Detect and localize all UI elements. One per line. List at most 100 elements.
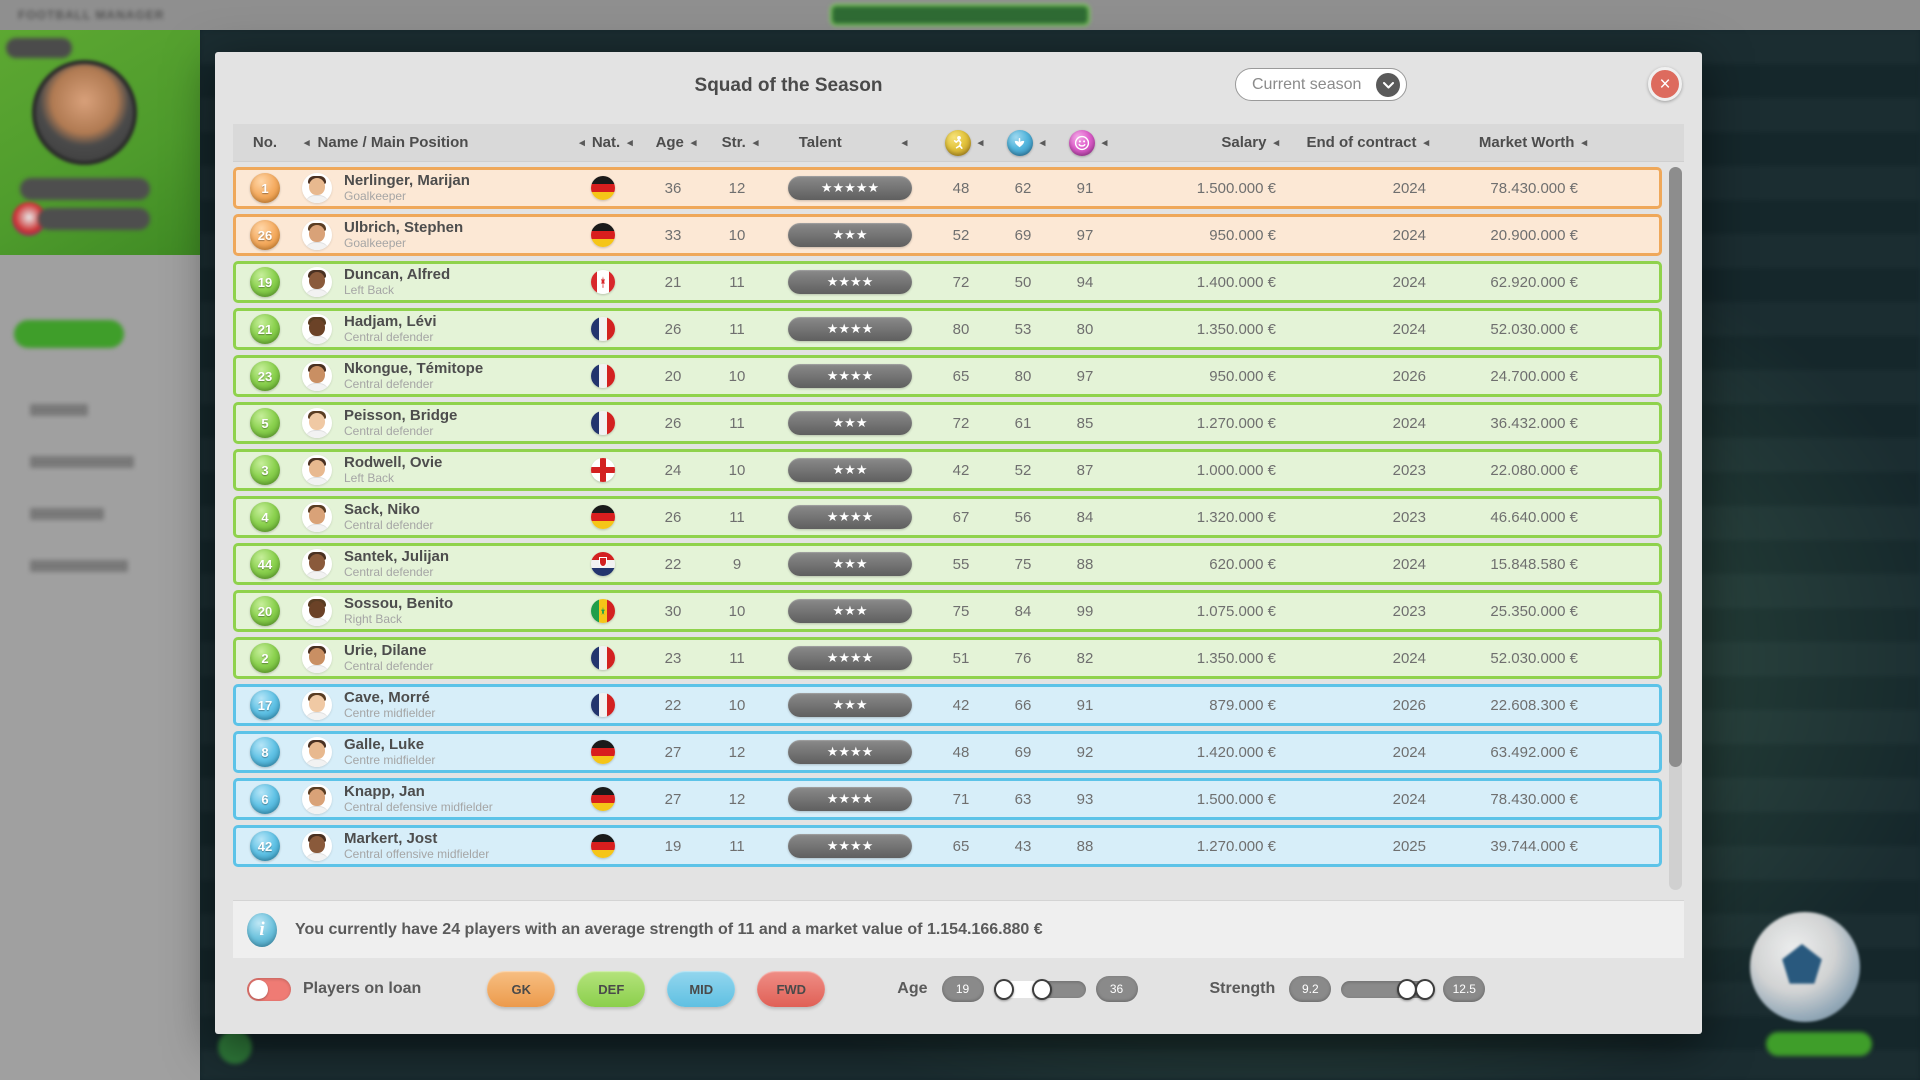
column-header-str[interactable]: Str. ◂ <box>707 134 773 151</box>
column-header-contract[interactable]: End of contract ◂ <box>1279 134 1429 151</box>
sort-caret-icon: ◂ <box>978 136 984 149</box>
player-age: 27 <box>642 734 704 770</box>
player-energy: 62 <box>992 170 1054 206</box>
table-row[interactable]: 23 Nkongue, Témitope Central defender 20… <box>233 355 1662 397</box>
close-button[interactable]: × <box>1648 67 1682 101</box>
table-row[interactable]: 5 Peisson, Bridge Central defender 26 11… <box>233 402 1662 444</box>
age-slider-knob-max[interactable] <box>1032 979 1052 1000</box>
player-nationality <box>564 640 642 676</box>
jersey-number-badge: 26 <box>250 220 280 250</box>
player-age: 26 <box>642 405 704 441</box>
corner-action-button[interactable] <box>218 1030 252 1064</box>
sidebar-primary-button[interactable] <box>14 320 124 348</box>
age-filter-label: Age <box>897 980 927 998</box>
player-age: 19 <box>642 828 704 864</box>
strength-max-value: 12.5 <box>1443 976 1485 1002</box>
table-row[interactable]: 26 Ulbrich, Stephen Goalkeeper 33 10 ★★★… <box>233 214 1662 256</box>
age-range-slider[interactable] <box>994 981 1086 998</box>
column-header-name[interactable]: ◂ Name / Main Position <box>297 134 567 151</box>
match-ball-icon <box>1750 912 1860 1022</box>
table-row[interactable]: 1 Nerlinger, Marijan Goalkeeper 36 12 ★★… <box>233 167 1662 209</box>
talent-stars: ★★★★ <box>788 646 912 670</box>
player-avatar-icon <box>302 737 332 767</box>
player-number: 6 <box>236 781 294 817</box>
column-header-salary[interactable]: Salary ◂ <box>1119 134 1279 151</box>
players-on-loan-label: Players on loan <box>303 980 421 998</box>
season-select[interactable]: Current season <box>1235 68 1407 101</box>
player-strength: 11 <box>704 311 770 347</box>
squad-summary-bar: i You currently have 24 players with an … <box>233 900 1684 958</box>
table-row[interactable]: 4 Sack, Niko Central defender 26 11 ★★★★… <box>233 496 1662 538</box>
sidebar-item-training-camp[interactable] <box>30 456 134 468</box>
filter-bar: Players on loan GK DEF MID FWD Age 19 36… <box>233 958 1684 1020</box>
player-name-cell[interactable]: Sossou, Benito Right Back <box>294 593 564 629</box>
player-name-cell[interactable]: Galle, Luke Centre midfielder <box>294 734 564 770</box>
table-row[interactable]: 3 Rodwell, Ovie Left Back 24 10 ★★★ 42 5… <box>233 449 1662 491</box>
sidebar-item-sponsors[interactable] <box>30 508 104 520</box>
player-talent: ★★★★ <box>770 311 930 347</box>
age-slider-knob-min[interactable] <box>994 979 1014 1000</box>
player-name-cell[interactable]: Urie, Dilane Central defender <box>294 640 564 676</box>
filter-button-def[interactable]: DEF <box>577 971 645 1007</box>
table-row[interactable]: 6 Knapp, Jan Central defensive midfielde… <box>233 778 1662 820</box>
table-row[interactable]: 19 Duncan, Alfred Left Back 21 11 ★★★★ 7… <box>233 261 1662 303</box>
column-header-energy[interactable]: ◂ <box>995 130 1057 156</box>
sidebar-item-tickets[interactable] <box>30 404 88 416</box>
player-market-worth: 22.608.300 € <box>1426 687 1584 723</box>
players-on-loan-toggle[interactable] <box>247 978 291 1001</box>
strength-range-slider[interactable] <box>1341 981 1433 998</box>
sidebar-item-merchandise[interactable] <box>30 560 128 572</box>
player-morale: 82 <box>1054 640 1116 676</box>
column-header-nat[interactable]: ◂ Nat. ◂ <box>567 134 645 151</box>
flag-icon <box>591 411 615 435</box>
column-header-fitness[interactable]: ◂ <box>933 130 995 156</box>
player-name-cell[interactable]: Santek, Julijan Central defender <box>294 546 564 582</box>
table-row[interactable]: 20 Sossou, Benito Right Back 30 10 ★★★ 7… <box>233 590 1662 632</box>
player-name-cell[interactable]: Knapp, Jan Central defensive midfielder <box>294 781 564 817</box>
scrollbar-thumb[interactable] <box>1669 167 1682 767</box>
match-action-button[interactable] <box>1766 1032 1872 1056</box>
sort-caret-icon: ◂ <box>691 136 697 149</box>
column-header-worth[interactable]: Market Worth ◂ <box>1429 134 1587 151</box>
table-row[interactable]: 42 Markert, Jost Central offensive midfi… <box>233 825 1662 867</box>
player-name: Galle, Luke <box>344 737 435 754</box>
player-number: 23 <box>236 358 294 394</box>
strength-slider-knob-min[interactable] <box>1397 979 1417 1000</box>
player-name: Cave, Morré <box>344 690 435 707</box>
column-header-talent[interactable]: Talent ◂ <box>773 134 933 151</box>
player-name-cell[interactable]: Rodwell, Ovie Left Back <box>294 452 564 488</box>
table-row[interactable]: 8 Galle, Luke Centre midfielder 27 12 ★★… <box>233 731 1662 773</box>
column-header-age[interactable]: Age ◂ <box>645 134 707 151</box>
player-name-cell[interactable]: Cave, Morré Centre midfielder <box>294 687 564 723</box>
player-contract-end: 2024 <box>1276 217 1426 253</box>
column-header-no[interactable]: No. <box>233 134 297 151</box>
player-age: 23 <box>642 640 704 676</box>
player-name-cell[interactable]: Nkongue, Témitope Central defender <box>294 358 564 394</box>
strength-slider-knob-max[interactable] <box>1415 979 1435 1000</box>
player-name-cell[interactable]: Nerlinger, Marijan Goalkeeper <box>294 170 564 206</box>
player-name-cell[interactable]: Ulbrich, Stephen Goalkeeper <box>294 217 564 253</box>
player-strength: 10 <box>704 452 770 488</box>
table-row[interactable]: 21 Hadjam, Lévi Central defender 26 11 ★… <box>233 308 1662 350</box>
age-filter: Age 19 36 <box>897 976 1137 1002</box>
player-name-cell[interactable]: Hadjam, Lévi Central defender <box>294 311 564 347</box>
column-header-morale[interactable]: ◂ <box>1057 130 1119 156</box>
table-row[interactable]: 17 Cave, Morré Centre midfielder 22 10 ★… <box>233 684 1662 726</box>
player-name-cell[interactable]: Markert, Jost Central offensive midfield… <box>294 828 564 864</box>
player-number: 20 <box>236 593 294 629</box>
table-header-row: No. ◂ Name / Main Position ◂ Nat. ◂ Age … <box>233 124 1684 162</box>
table-row[interactable]: 44 Santek, Julijan Central defender 22 9… <box>233 543 1662 585</box>
player-contract-end: 2023 <box>1276 593 1426 629</box>
filter-button-fwd[interactable]: FWD <box>757 971 825 1007</box>
player-name-cell[interactable]: Duncan, Alfred Left Back <box>294 264 564 300</box>
player-contract-end: 2024 <box>1276 264 1426 300</box>
filter-button-gk[interactable]: GK <box>487 971 555 1007</box>
player-morale: 88 <box>1054 546 1116 582</box>
player-name-cell[interactable]: Sack, Niko Central defender <box>294 499 564 535</box>
player-name-cell[interactable]: Peisson, Bridge Central defender <box>294 405 564 441</box>
table-row[interactable]: 2 Urie, Dilane Central defender 23 11 ★★… <box>233 637 1662 679</box>
player-contract-end: 2024 <box>1276 405 1426 441</box>
player-energy: 69 <box>992 734 1054 770</box>
player-market-worth: 36.432.000 € <box>1426 405 1584 441</box>
filter-button-mid[interactable]: MID <box>667 971 735 1007</box>
